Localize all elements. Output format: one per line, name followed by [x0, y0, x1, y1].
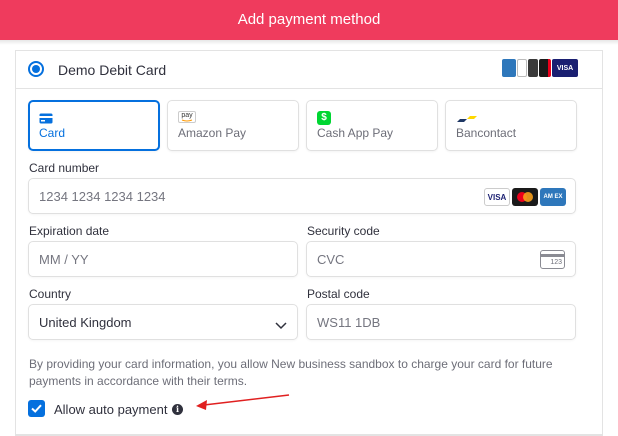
- amex-brand-icon: AM EX: [540, 188, 566, 206]
- payment-tabs: Card pay Amazon Pay $ Cash App Pay Banco…: [28, 100, 577, 151]
- expiration-placeholder: MM / YY: [39, 252, 89, 267]
- auto-payment-label: Allow auto payment: [54, 402, 168, 417]
- terms-notice: By providing your card information, you …: [29, 357, 553, 388]
- tab-card[interactable]: Card: [28, 100, 160, 151]
- mastercard-logo: [539, 59, 551, 77]
- cvc-icon-stripe: [541, 254, 564, 257]
- modal-header: Add payment method: [0, 0, 618, 40]
- method-radio[interactable]: [28, 61, 44, 77]
- auto-payment-checkbox[interactable]: [28, 400, 45, 417]
- payment-method-panel: Demo Debit Card VISA Card pay Amazon Pay…: [15, 50, 603, 436]
- country-select[interactable]: United Kingdom: [28, 304, 298, 340]
- card-number-placeholder: 1234 1234 1234 1234: [39, 189, 166, 204]
- tab-bancontact-label: Bancontact: [456, 126, 517, 140]
- discover-logo: [528, 59, 538, 77]
- amazon-pay-icon: pay: [178, 111, 196, 123]
- cvc-icon-text: 123: [550, 259, 562, 266]
- visa-logo: VISA: [552, 59, 578, 77]
- country-value: United Kingdom: [39, 315, 132, 330]
- chevron-down-icon: [275, 317, 287, 335]
- tab-amazon-pay-label: Amazon Pay: [178, 126, 247, 140]
- tab-cash-app-pay[interactable]: $ Cash App Pay: [306, 100, 438, 151]
- card-number-input[interactable]: 1234 1234 1234 1234 VISA AM EX: [28, 178, 576, 214]
- security-code-label: Security code: [307, 224, 380, 238]
- card-number-label: Card number: [29, 161, 100, 175]
- country-label: Country: [29, 287, 72, 301]
- postal-code-input[interactable]: WS11 1DB: [306, 304, 576, 340]
- security-code-input[interactable]: CVC 123: [306, 241, 576, 277]
- info-icon[interactable]: i: [172, 404, 183, 415]
- mastercard-brand-icon: [512, 188, 538, 206]
- amazon-pay-icon-text: pay: [181, 112, 193, 119]
- diners-logo: [517, 59, 527, 77]
- payment-method-row[interactable]: Demo Debit Card VISA: [16, 51, 602, 89]
- card-logos: VISA: [502, 59, 578, 77]
- postal-code-placeholder: WS11 1DB: [317, 315, 381, 330]
- visa-brand-icon: VISA: [484, 188, 510, 206]
- cash-app-icon: $: [317, 111, 331, 125]
- tab-cash-app-pay-label: Cash App Pay: [317, 126, 394, 140]
- header-shadow: [0, 40, 618, 45]
- postal-code-label: Postal code: [307, 287, 370, 301]
- tab-card-label: Card: [39, 126, 66, 140]
- modal-title: Add payment method: [237, 11, 381, 28]
- tab-bancontact[interactable]: Bancontact: [445, 100, 577, 151]
- expiration-input[interactable]: MM / YY: [28, 241, 298, 277]
- tab-amazon-pay[interactable]: pay Amazon Pay: [167, 100, 299, 151]
- amex-logo: [502, 59, 516, 77]
- expiration-label: Expiration date: [29, 224, 110, 238]
- cvc-icon: 123: [540, 250, 565, 269]
- method-label: Demo Debit Card: [58, 62, 167, 78]
- security-code-placeholder: CVC: [317, 252, 345, 267]
